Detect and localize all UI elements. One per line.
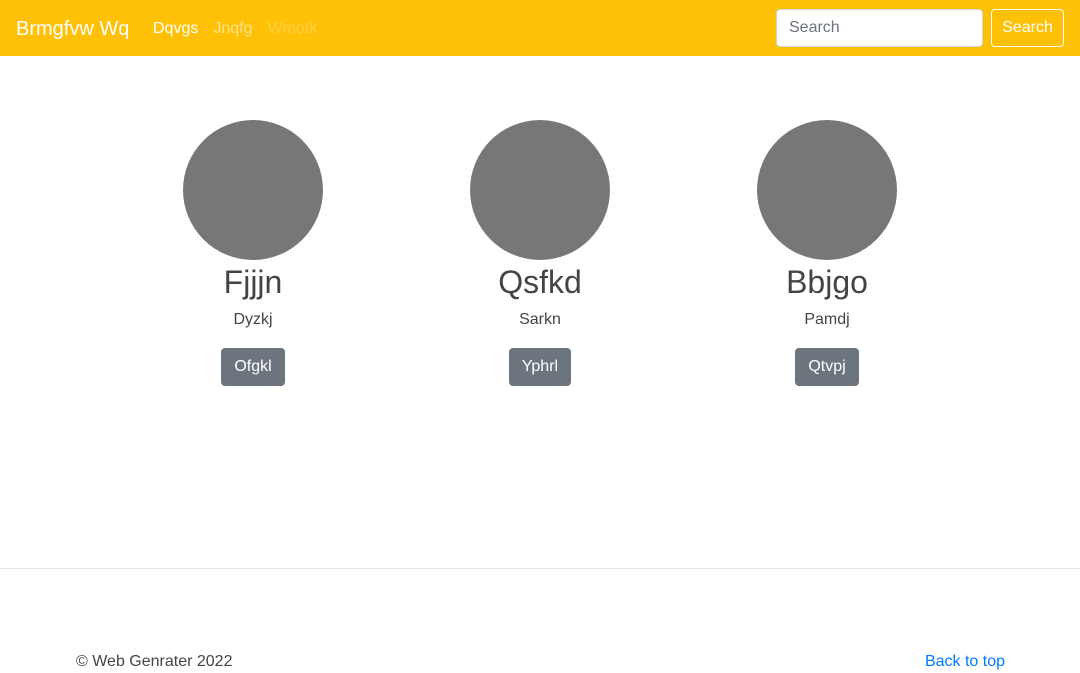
profile-card-3: Bbjgo Pamdj Qtvpj <box>707 120 947 386</box>
profile-name: Qsfkd <box>498 264 582 300</box>
brand-link[interactable]: Brmgfvw Wq <box>16 15 129 43</box>
footer-divider <box>0 568 1080 569</box>
profile-button-qtvpj[interactable]: Qtvpj <box>795 348 859 386</box>
profile-role: Dyzkj <box>233 311 273 328</box>
nav-link-wmotk: Wmotk <box>267 20 318 37</box>
search-button[interactable]: Search <box>991 9 1064 47</box>
profile-role: Sarkn <box>519 311 561 328</box>
back-to-top-link[interactable]: Back to top <box>925 652 1005 672</box>
profile-name: Bbjgo <box>786 264 868 300</box>
avatar <box>470 120 610 260</box>
profile-button-ofgkl[interactable]: Ofgkl <box>221 348 285 386</box>
nav-links: Dqvgs Jnqfg Wmotk <box>153 18 332 40</box>
profile-role: Pamdj <box>804 311 850 328</box>
nav-link-dqvgs[interactable]: Dqvgs <box>153 18 198 40</box>
search-input[interactable] <box>776 9 983 47</box>
navbar: Brmgfvw Wq Dqvgs Jnqfg Wmotk Search <box>0 0 1080 56</box>
footer-copyright: © Web Genrater 2022 <box>76 653 233 670</box>
profile-card-1: Fjjjn Dyzkj Ofgkl <box>133 120 373 386</box>
profile-button-yphrl[interactable]: Yphrl <box>508 348 572 386</box>
avatar <box>183 120 323 260</box>
nav-link-jnqfg[interactable]: Jnqfg <box>213 18 252 40</box>
profile-card-2: Qsfkd Sarkn Yphrl <box>420 120 660 386</box>
profile-name: Fjjjn <box>223 264 283 300</box>
avatar <box>757 120 897 260</box>
